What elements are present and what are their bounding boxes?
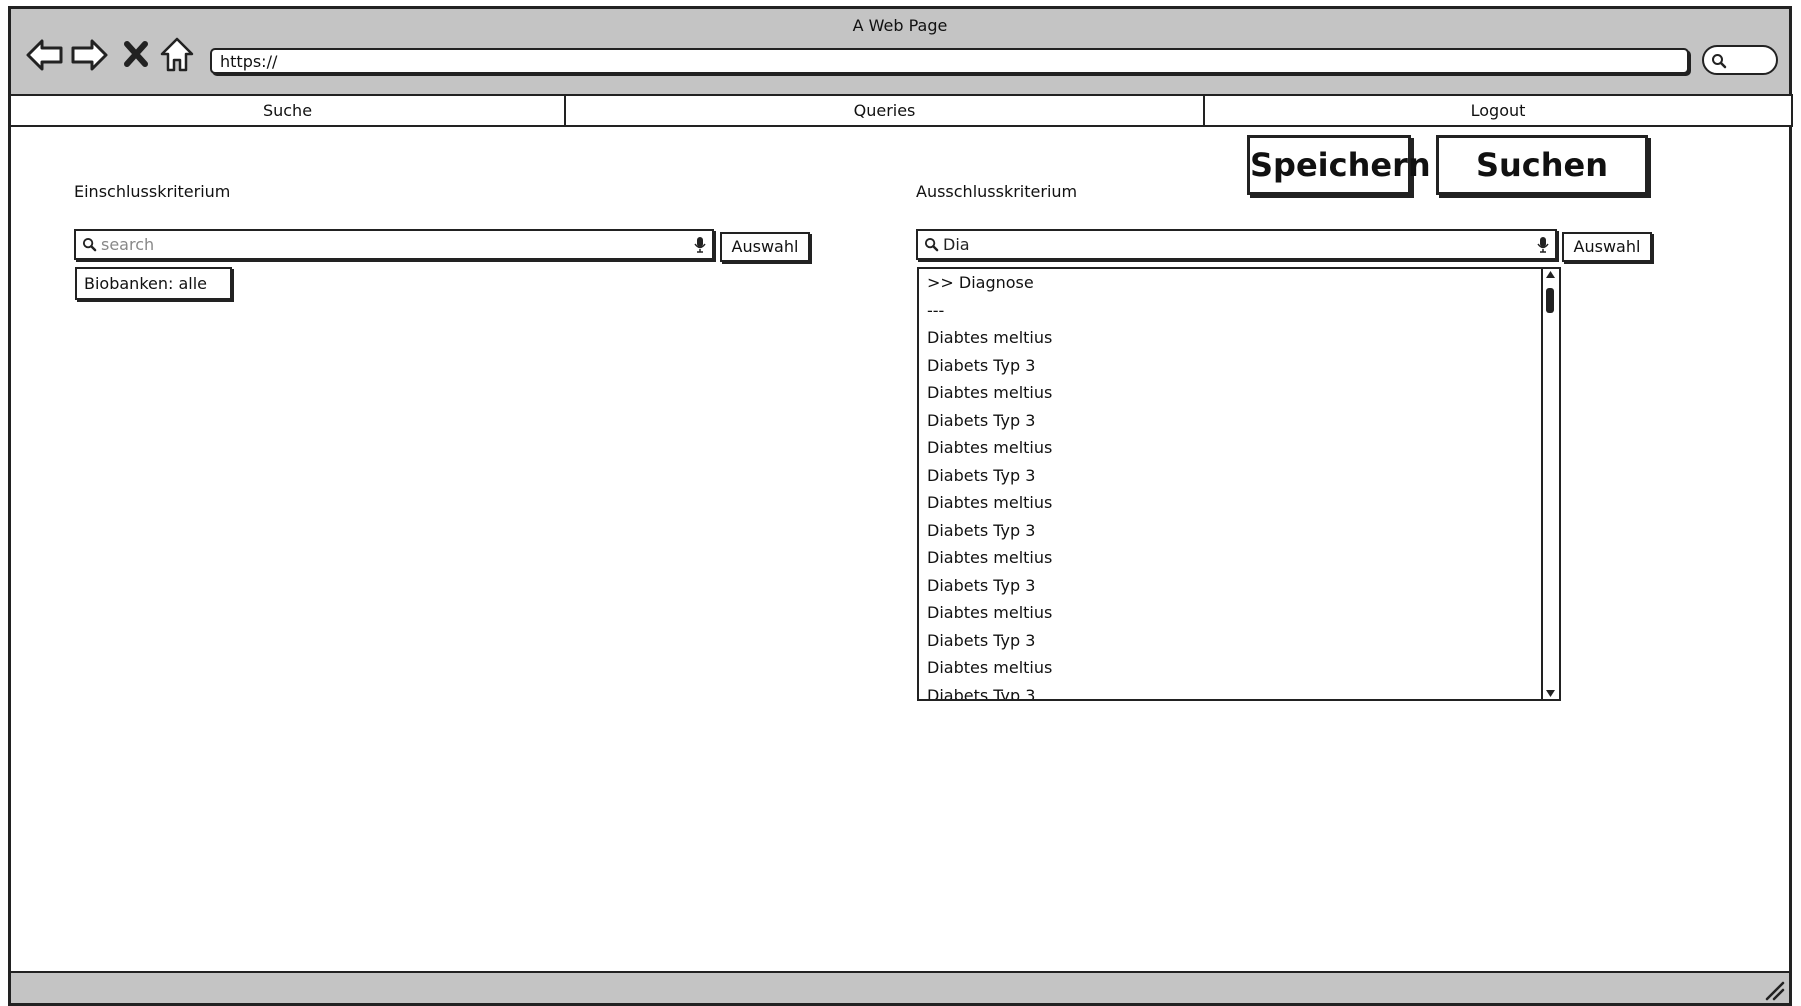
inclusion-label: Einschlusskriterium — [74, 182, 231, 201]
scroll-down-arrow-icon[interactable] — [1545, 688, 1556, 698]
home-icon[interactable] — [159, 36, 195, 74]
list-item[interactable]: Diabtes meltius — [919, 434, 1539, 462]
forward-arrow-icon[interactable] — [69, 35, 109, 75]
status-bar — [11, 971, 1789, 1003]
exclusion-select-button[interactable]: Auswahl — [1562, 232, 1652, 262]
tab-logout[interactable]: Logout — [1205, 96, 1791, 125]
list-item[interactable]: Diabtes meltius — [919, 544, 1539, 572]
resize-grip-icon[interactable] — [1763, 979, 1785, 1001]
search-icon — [924, 237, 939, 252]
search-icon — [82, 237, 97, 252]
list-item[interactable]: Diabtes meltius — [919, 324, 1539, 352]
back-arrow-icon[interactable] — [25, 35, 65, 75]
microphone-icon[interactable] — [694, 237, 706, 253]
tab-queries[interactable]: Queries — [566, 96, 1205, 125]
list-item[interactable]: Diabets Typ 3 — [919, 407, 1539, 435]
list-item[interactable]: Diabets Typ 3 — [919, 352, 1539, 380]
list-item[interactable]: Diabtes meltius — [919, 379, 1539, 407]
list-item[interactable]: Diabets Typ 3 — [919, 572, 1539, 600]
search-submit-button[interactable]: Suchen — [1436, 135, 1648, 195]
address-bar[interactable]: https:// — [210, 48, 1689, 74]
scroll-up-arrow-icon[interactable] — [1545, 270, 1556, 280]
suggestion-list: >> Diagnose --- Diabtes meltius Diabets Typ… — [917, 267, 1561, 701]
list-item[interactable]: Diabtes meltius — [919, 489, 1539, 517]
list-item[interactable]: Diabets Typ 3 — [919, 517, 1539, 545]
inclusion-search-input[interactable] — [101, 233, 610, 255]
save-button[interactable]: Speichern — [1247, 135, 1431, 195]
list-item[interactable]: Diabets Typ 3 — [919, 462, 1539, 490]
list-scrollbar[interactable] — [1541, 269, 1559, 699]
scroll-thumb[interactable] — [1546, 288, 1554, 313]
close-icon[interactable] — [121, 39, 151, 69]
browser-window: A Web Page https:// Suche Queries Logout… — [8, 6, 1793, 1006]
exclusion-search-input[interactable] — [943, 233, 1453, 255]
list-item[interactable]: Diabtes meltius — [919, 654, 1539, 682]
microphone-icon[interactable] — [1537, 237, 1549, 253]
biobank-chip[interactable]: Biobanken: alle — [75, 267, 232, 300]
window-title: A Web Page — [852, 16, 948, 35]
inclusion-search-box — [74, 229, 714, 260]
exclusion-search-box — [916, 229, 1557, 260]
list-item[interactable]: Diabets Typ 3 — [919, 682, 1539, 700]
suggestion-list-items: >> Diagnose --- Diabtes meltius Diabets Typ… — [919, 269, 1539, 699]
list-item[interactable]: >> Diagnose — [919, 269, 1539, 297]
nav-tabs: Suche Queries Logout — [9, 94, 1793, 127]
exclusion-label: Ausschlusskriterium — [916, 182, 1078, 201]
list-item[interactable]: Diabets Typ 3 — [919, 627, 1539, 655]
list-item[interactable]: --- — [919, 297, 1539, 325]
search-icon — [1712, 54, 1727, 69]
inclusion-select-button[interactable]: Auswahl — [720, 232, 810, 262]
list-item[interactable]: Diabtes meltius — [919, 599, 1539, 627]
tab-suche[interactable]: Suche — [11, 96, 566, 125]
title-bar: A Web Page https:// — [11, 9, 1789, 97]
browser-search-button[interactable] — [1702, 45, 1778, 75]
